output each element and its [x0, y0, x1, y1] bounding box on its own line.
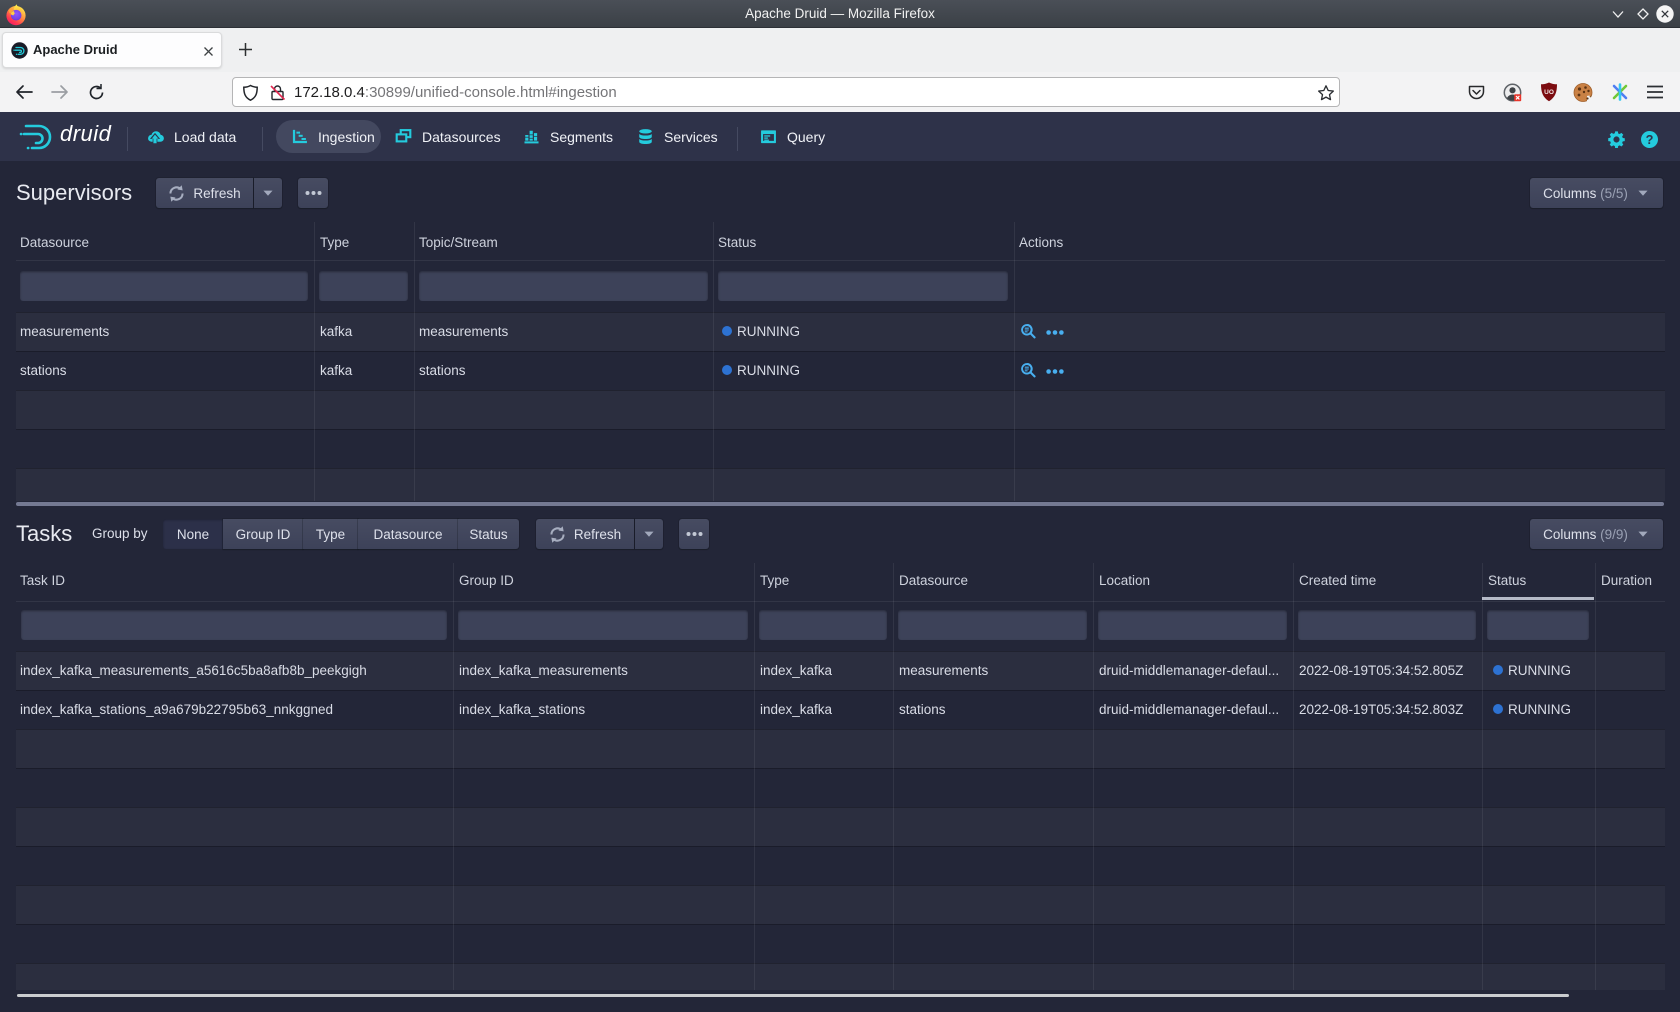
svg-text:UO: UO: [1544, 89, 1554, 96]
svg-text:?: ?: [1646, 132, 1654, 147]
